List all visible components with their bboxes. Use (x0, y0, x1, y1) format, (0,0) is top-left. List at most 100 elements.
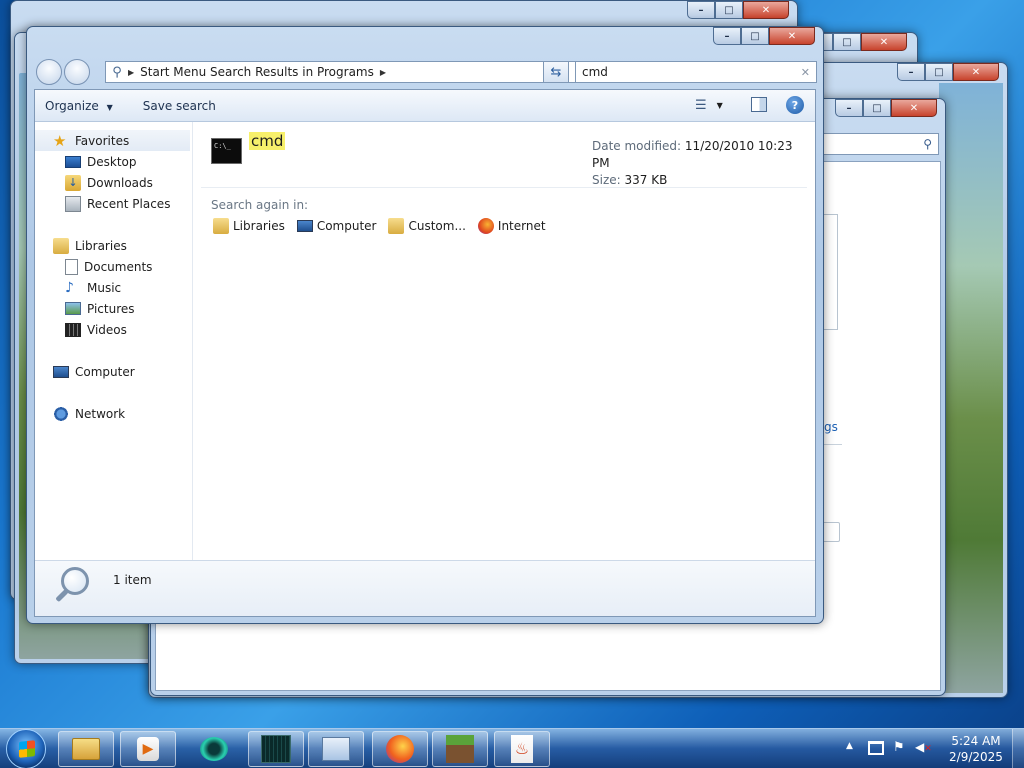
view-list-icon: ☰ (695, 98, 707, 113)
location-label: Libraries (233, 219, 285, 233)
clear-search-icon[interactable]: ✕ (801, 66, 810, 79)
network-icon (53, 405, 69, 422)
taskbar: ▶ ♨ ▲ ⚑ ◀✕ 5:24 AM 2/9/2025 (0, 728, 1024, 768)
address-bar[interactable]: ⚲ ▶ Start Menu Search Results in Program… (105, 61, 595, 83)
action-center-flag-icon[interactable]: ⚑ (893, 740, 905, 755)
back-button[interactable] (36, 59, 62, 85)
nav-item-music[interactable]: ♪ Music (35, 277, 192, 298)
star-icon: ★ (53, 131, 67, 150)
cmd-icon-text: C:\_ (214, 142, 231, 150)
nav-item-documents[interactable]: Documents (35, 256, 192, 277)
taskbar-media-player[interactable]: ▶ (120, 731, 176, 767)
date-modified: Date modified: 11/20/2010 10:23 PM (592, 138, 807, 172)
chevron-down-icon: ▼ (716, 101, 723, 110)
nav-network[interactable]: Network (35, 403, 192, 424)
maximize-button[interactable]: □ (715, 1, 743, 19)
documents-icon (65, 258, 78, 275)
nav-favorites[interactable]: ★ Favorites (35, 130, 190, 151)
taskbar-control-panel[interactable] (308, 731, 364, 767)
videos-icon (65, 322, 81, 337)
nav-label: Music (87, 280, 122, 295)
start-button[interactable] (6, 729, 46, 768)
search-again-internet[interactable]: Internet (477, 218, 546, 234)
chevron-down-icon: ▼ (106, 102, 113, 112)
music-icon: ♪ (65, 279, 74, 296)
result-name[interactable]: cmd (249, 132, 286, 150)
minimize-button[interactable]: – (713, 27, 741, 45)
search-again-custom[interactable]: Custom... (388, 218, 466, 234)
preview-pane-button[interactable] (751, 97, 767, 112)
view-options-button[interactable]: ☰ ▼ (695, 98, 723, 113)
minimize-button[interactable]: – (687, 1, 715, 19)
location-label: Custom... (408, 219, 466, 233)
help-button[interactable]: ? (786, 96, 804, 114)
clock[interactable]: 5:24 AM 2/9/2025 (944, 733, 1008, 765)
search-box[interactable]: ⚲ (811, 133, 939, 155)
taskbar-app[interactable] (186, 731, 242, 767)
nav-label: Downloads (87, 175, 153, 190)
maximize-button[interactable]: □ (925, 63, 953, 81)
chevron-right-icon[interactable]: ▶ (380, 68, 386, 77)
save-search-button[interactable]: Save search (133, 99, 226, 113)
item-count: 1 item (113, 573, 152, 587)
search-again-libraries[interactable]: Libraries (213, 218, 285, 234)
nav-label: Recent Places (87, 196, 171, 211)
refresh-icon: ⇆ (550, 64, 562, 80)
firefox-icon (477, 218, 494, 234)
nav-item-videos[interactable]: Videos (35, 319, 192, 340)
downloads-icon: ↓ (65, 174, 81, 191)
volume-muted-icon[interactable]: ◀✕ (915, 740, 932, 754)
network-tray-icon[interactable] (868, 741, 884, 755)
taskbar-explorer[interactable] (58, 731, 114, 767)
close-button[interactable]: ✕ (953, 63, 999, 81)
maximize-button[interactable]: □ (863, 99, 891, 117)
show-hidden-icons-icon[interactable]: ▲ (846, 741, 853, 751)
result-item-cmd[interactable]: C:\_ cmd Date modified: 11/20/2010 10:23… (201, 128, 807, 188)
pictures-icon (65, 302, 81, 315)
size-value: 337 KB (624, 173, 668, 187)
maximize-button[interactable]: □ (833, 33, 861, 51)
settings-link[interactable]: gs (824, 420, 838, 434)
nav-label: Computer (75, 364, 135, 379)
organize-button[interactable]: Organize ▼ (35, 99, 123, 113)
search-input[interactable]: cmd ✕ (575, 61, 817, 83)
maximize-button[interactable]: □ (741, 27, 769, 45)
organize-label: Organize (45, 98, 99, 113)
minimize-button[interactable]: – (835, 99, 863, 117)
terminal-icon (261, 735, 291, 763)
search-again-locations: Libraries Computer Custom... Internet (213, 218, 546, 234)
nav-item-desktop[interactable]: Desktop (35, 151, 192, 172)
chevron-right-icon[interactable]: ▶ (128, 68, 134, 77)
date-modified-label: Date modified: (592, 139, 682, 153)
computer-icon (53, 365, 69, 378)
search-value[interactable]: cmd (582, 65, 608, 79)
explorer-body: Organize ▼ Save search ☰ ▼ ? ★ Favorites (34, 89, 816, 617)
close-button[interactable]: ✕ (891, 99, 937, 117)
nav-computer[interactable]: Computer (35, 361, 192, 382)
close-button[interactable]: ✕ (861, 33, 907, 51)
nav-libraries[interactable]: Libraries (35, 235, 192, 256)
nav-item-pictures[interactable]: Pictures (35, 298, 192, 319)
details-pane: 1 item (35, 560, 815, 616)
close-button[interactable]: ✕ (743, 1, 789, 19)
libraries-icon (53, 237, 69, 254)
show-desktop-button[interactable] (1012, 729, 1024, 768)
address-segment[interactable]: Start Menu Search Results in Programs (140, 65, 374, 79)
windows-logo-icon (19, 740, 35, 758)
nav-item-recent-places[interactable]: Recent Places (35, 193, 192, 214)
minimize-button[interactable]: – (897, 63, 925, 81)
taskbar-firefox[interactable] (372, 731, 428, 767)
minecraft-icon (446, 735, 474, 763)
result-meta: Date modified: 11/20/2010 10:23 PM Size:… (592, 138, 807, 189)
forward-button[interactable] (64, 59, 90, 85)
app-icon (200, 737, 228, 761)
nav-item-downloads[interactable]: ↓ Downloads (35, 172, 192, 193)
computer-icon (296, 220, 313, 232)
refresh-button[interactable]: ⇆ (543, 61, 569, 83)
taskbar-java[interactable]: ♨ (494, 731, 550, 767)
close-button[interactable]: ✕ (769, 27, 815, 45)
taskbar-minecraft[interactable] (432, 731, 488, 767)
nav-label: Desktop (87, 154, 137, 169)
search-again-computer[interactable]: Computer (296, 218, 376, 234)
taskbar-terminal[interactable] (248, 731, 304, 767)
